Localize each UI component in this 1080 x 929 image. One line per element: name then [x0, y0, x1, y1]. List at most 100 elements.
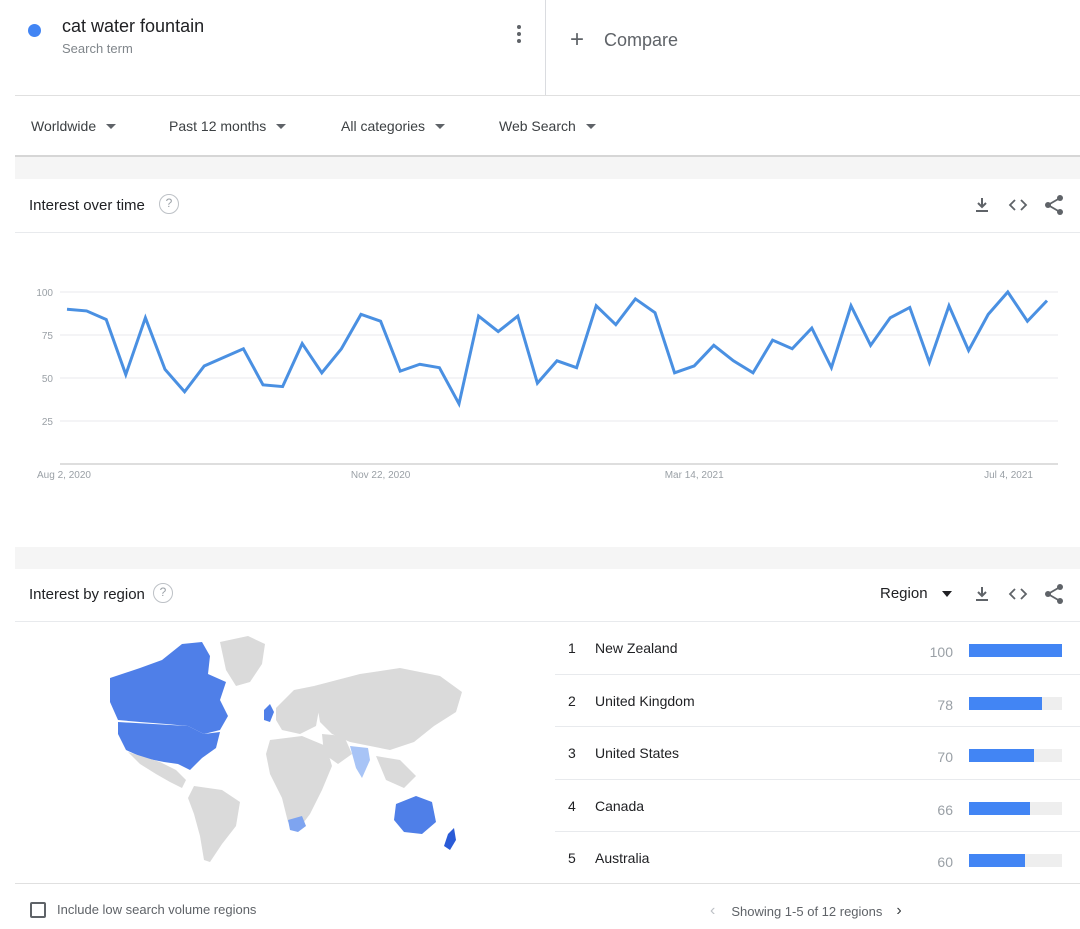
data-point	[477, 314, 481, 318]
region-value: 78	[937, 696, 953, 713]
category-filter[interactable]: All categories	[341, 118, 446, 134]
region-name: United States	[595, 745, 680, 761]
data-point	[202, 364, 206, 368]
data-point	[418, 362, 422, 366]
region-bar-fill	[969, 644, 1062, 657]
location-filter[interactable]: Worldwide	[31, 118, 117, 134]
region-value: 66	[937, 801, 953, 818]
data-point	[594, 304, 598, 308]
data-point	[673, 371, 677, 375]
region-bar-fill	[969, 749, 1035, 762]
data-point	[535, 381, 539, 385]
filter-bar: Worldwide Past 12 months All categories …	[0, 96, 1080, 156]
data-point	[1025, 319, 1029, 323]
series-line	[66, 289, 1049, 409]
data-point	[398, 369, 402, 373]
low-volume-checkbox[interactable]	[30, 902, 46, 918]
data-point	[300, 342, 304, 346]
map-canada	[110, 642, 228, 734]
interest-over-time-title: Interest over time	[29, 197, 145, 214]
data-point	[1006, 290, 1010, 294]
search-term-subtitle: Search term	[62, 41, 133, 56]
list-item[interactable]: 5 Australia 60	[555, 832, 1080, 885]
region-name: Australia	[595, 850, 650, 866]
caret-down-icon	[941, 590, 952, 597]
caret-down-icon	[276, 124, 287, 129]
embed-code-icon[interactable]	[1006, 193, 1030, 217]
data-point	[869, 343, 873, 347]
section-gap	[15, 547, 1080, 569]
map-south-america	[188, 786, 240, 862]
search-type-filter[interactable]: Web Search	[499, 118, 596, 134]
share-icon[interactable]	[1042, 582, 1066, 606]
data-point	[790, 347, 794, 351]
list-item[interactable]: 1 New Zealand 100	[555, 622, 1080, 675]
search-term-title[interactable]: cat water fountain	[62, 16, 204, 37]
chevron-left-icon[interactable]: ‹	[710, 902, 715, 920]
data-point	[771, 338, 775, 342]
caret-down-icon	[435, 124, 446, 129]
x-tick-label: Mar 14, 2021	[665, 470, 724, 481]
data-point	[986, 312, 990, 316]
list-item[interactable]: 2 United Kingdom 78	[555, 675, 1080, 727]
time-range-filter[interactable]: Past 12 months	[169, 118, 287, 134]
line-chart[interactable]: 25 50 75 100 Aug 2, 2020 Nov 22, 2020 Mar 14, …	[15, 232, 1080, 532]
data-point	[712, 343, 716, 347]
data-point	[947, 304, 951, 308]
world-map[interactable]	[70, 630, 500, 870]
region-bar	[969, 854, 1062, 867]
map-australia	[394, 796, 436, 834]
data-point	[927, 361, 931, 365]
list-item[interactable]: 4 Canada 66	[555, 780, 1080, 832]
map-africa	[266, 736, 332, 830]
data-point	[222, 355, 226, 359]
map-europe	[276, 686, 320, 734]
interest-over-time-chart[interactable]: 25 50 75 100 Aug 2, 2020 Nov 22, 2020 Mar 14, …	[15, 232, 1080, 532]
low-volume-checkbox-label[interactable]: Include low search volume regions	[57, 902, 256, 917]
region-bar-fill	[969, 801, 1031, 815]
pagination: ‹ Showing 1-5 of 12 regions ›	[710, 902, 902, 920]
region-value: 100	[929, 644, 953, 660]
compare-label: Compare	[604, 29, 679, 50]
caret-down-icon	[106, 124, 117, 129]
share-icon[interactable]	[1042, 193, 1066, 217]
time-range-filter-label: Past 12 months	[169, 118, 267, 134]
data-point	[516, 314, 520, 318]
data-point	[692, 364, 696, 368]
section-gap	[15, 157, 1080, 179]
region-name: United Kingdom	[595, 692, 695, 709]
map-india	[350, 746, 370, 778]
region-rank: 4	[568, 797, 576, 814]
region-name: New Zealand	[595, 640, 678, 656]
interest-by-region-title: Interest by region	[29, 586, 145, 603]
region-rank: 5	[568, 850, 576, 866]
pagination-text: Showing 1-5 of 12 regions	[731, 903, 883, 919]
download-icon[interactable]	[970, 582, 994, 606]
data-point	[85, 309, 89, 313]
help-icon[interactable]: ?	[159, 194, 179, 214]
data-point	[281, 385, 285, 389]
region-bar	[969, 801, 1062, 815]
list-item[interactable]: 3 United States 70	[555, 727, 1080, 780]
region-bar	[969, 644, 1062, 657]
chevron-right-icon[interactable]: ›	[896, 902, 901, 920]
region-value: 70	[937, 749, 953, 765]
compare-button[interactable]: + Compare	[570, 26, 678, 54]
search-term-card[interactable]: cat water fountain Search term	[0, 0, 546, 96]
map-greenland	[220, 636, 265, 686]
x-tick-label: Nov 22, 2020	[351, 470, 411, 481]
region-rank: 2	[568, 692, 576, 709]
region-resolution-select[interactable]: Region	[880, 585, 952, 602]
data-point	[967, 348, 971, 352]
download-icon[interactable]	[970, 193, 994, 217]
caret-down-icon	[585, 124, 596, 129]
data-point	[653, 311, 657, 315]
embed-code-icon[interactable]	[1006, 582, 1030, 606]
region-name: Canada	[595, 797, 645, 814]
data-point	[143, 316, 147, 320]
data-point	[633, 297, 637, 301]
more-options-icon[interactable]	[509, 22, 529, 50]
data-point	[379, 319, 383, 323]
data-point	[849, 304, 853, 308]
help-icon[interactable]: ?	[153, 583, 173, 603]
